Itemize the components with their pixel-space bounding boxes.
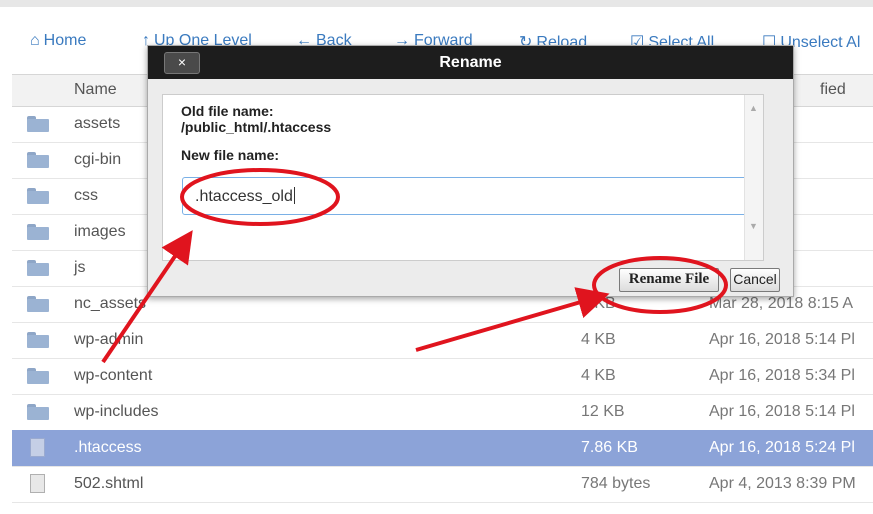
- file-modified: Mar 28, 2018 8:15 A: [709, 295, 854, 312]
- folder-icon: [27, 332, 49, 348]
- name-column-header[interactable]: Name: [74, 81, 117, 99]
- folder-icon: [27, 188, 49, 204]
- file-size: 784 bytes: [581, 475, 651, 492]
- file-size: 12 KB: [581, 403, 625, 420]
- file-name: images: [74, 223, 126, 240]
- new-name-label: New file name:: [181, 147, 280, 163]
- close-button[interactable]: ×: [164, 52, 200, 74]
- dialog-titlebar: Rename ×: [148, 46, 793, 79]
- file-size: 4 KB: [581, 367, 616, 384]
- file-name: cgi-bin: [74, 151, 122, 168]
- file-name: 502.shtml: [74, 475, 144, 492]
- file-modified: Apr 16, 2018 5:14 Pl: [709, 331, 855, 348]
- file-size: 7.86 KB: [581, 439, 638, 456]
- file-name: assets: [74, 115, 121, 132]
- new-name-input[interactable]: .htaccess_old: [182, 177, 748, 215]
- file-name: wp-includes: [74, 403, 159, 420]
- table-row[interactable]: .htaccess 7.86 KB Apr 16, 2018 5:24 Pl: [12, 430, 873, 467]
- file-size: 4 KB: [581, 295, 616, 312]
- file-size: 4 KB: [581, 331, 616, 348]
- folder-icon: [27, 116, 49, 132]
- dialog-body: Old file name: /public_html/.htaccess Ne…: [162, 94, 764, 261]
- old-name-value: /public_html/.htaccess: [181, 119, 332, 135]
- rename-dialog: Rename × Old file name: /public_html/.ht…: [147, 45, 794, 297]
- dialog-title: Rename: [439, 54, 502, 71]
- file-name: css: [74, 187, 98, 204]
- folder-icon: [27, 404, 49, 420]
- top-strip: [0, 0, 873, 7]
- home-button[interactable]: ⌂ Home: [30, 32, 86, 50]
- folder-icon: [27, 296, 49, 312]
- rename-file-button[interactable]: Rename File: [619, 268, 719, 292]
- file-modified: Apr 16, 2018 5:14 Pl: [709, 403, 855, 420]
- file-name: wp-admin: [74, 331, 144, 348]
- file-name: nc_assets: [74, 295, 147, 312]
- folder-icon: [27, 260, 49, 276]
- table-row[interactable]: 502.shtml 784 bytes Apr 4, 2013 8:39 PM: [12, 466, 873, 503]
- old-name-label: Old file name:: [181, 103, 274, 119]
- file-modified: Apr 16, 2018 5:24 Pl: [709, 439, 855, 456]
- file-icon: [30, 474, 45, 493]
- table-row[interactable]: wp-admin 4 KB Apr 16, 2018 5:14 Pl: [12, 322, 873, 359]
- folder-icon: [27, 224, 49, 240]
- folder-icon: [27, 152, 49, 168]
- file-modified: Apr 4, 2013 8:39 PM: [709, 475, 856, 492]
- file-name: wp-content: [74, 367, 153, 384]
- table-row[interactable]: wp-content 4 KB Apr 16, 2018 5:34 Pl: [12, 358, 873, 395]
- file-name: js: [74, 259, 86, 276]
- home-icon: ⌂: [30, 32, 40, 49]
- modified-column-header[interactable]: fied: [820, 81, 846, 99]
- cancel-button[interactable]: Cancel: [730, 268, 780, 292]
- scroll-up-icon[interactable]: ▲: [749, 103, 758, 113]
- file-name: .htaccess: [74, 439, 142, 456]
- file-icon: [30, 438, 45, 457]
- close-icon: ×: [177, 54, 187, 70]
- folder-icon: [27, 368, 49, 384]
- file-modified: Apr 16, 2018 5:34 Pl: [709, 367, 855, 384]
- scroll-down-icon[interactable]: ▼: [749, 221, 758, 231]
- text-cursor: [293, 187, 295, 204]
- table-row[interactable]: wp-includes 12 KB Apr 16, 2018 5:14 Pl: [12, 394, 873, 431]
- dialog-scrollbar[interactable]: ▲ ▼: [744, 95, 763, 260]
